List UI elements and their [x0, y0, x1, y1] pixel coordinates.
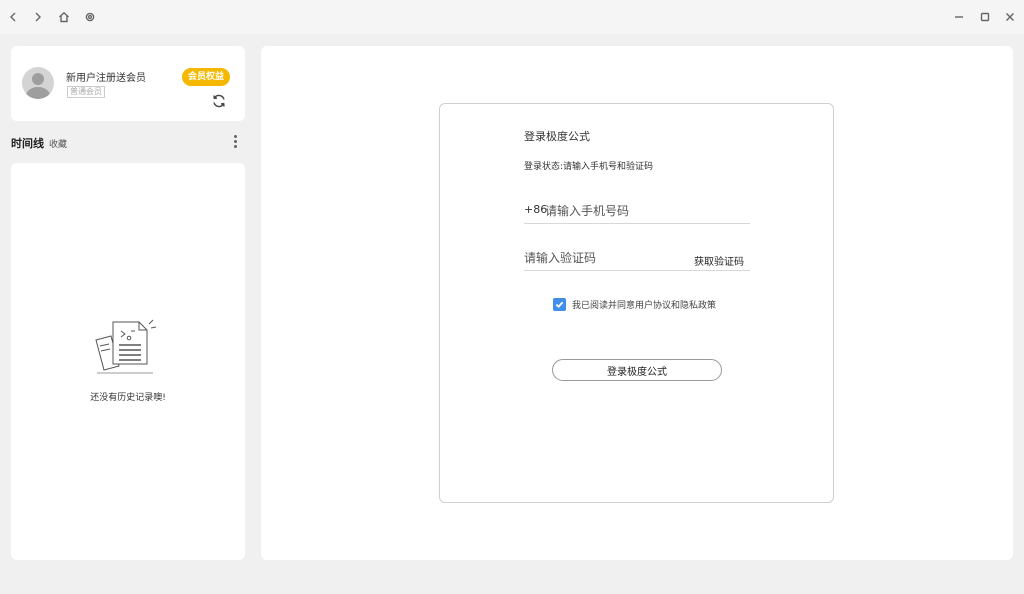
membership-label: 普通会员 — [67, 86, 105, 98]
favorites-tab[interactable]: 收藏 — [49, 137, 67, 150]
minimize-icon[interactable] — [951, 9, 967, 25]
close-icon[interactable] — [1002, 9, 1018, 25]
gear-icon[interactable] — [82, 9, 98, 25]
code-field: 获取验证码 — [524, 247, 750, 271]
more-options-icon[interactable] — [232, 133, 240, 149]
user-card: 新用户注册送会员 普通会员 会员权益 — [11, 46, 245, 121]
main-panel: 登录极度公式 登录状态:请输入手机号和验证码 +86 获取验证码 我已阅读并同意… — [261, 46, 1013, 560]
empty-history-text: 还没有历史记录噢! — [90, 393, 166, 403]
login-button[interactable]: 登录极度公式 — [552, 359, 722, 381]
get-code-button[interactable]: 获取验证码 — [694, 253, 744, 268]
history-panel: 还没有历史记录噢! — [11, 163, 245, 560]
login-title: 登录极度公式 — [524, 130, 590, 143]
verification-code-input[interactable] — [524, 247, 684, 269]
phone-field: +86 — [524, 200, 750, 224]
chevron-left-icon[interactable] — [5, 9, 21, 25]
refresh-icon[interactable] — [211, 93, 227, 109]
avatar[interactable] — [22, 67, 54, 99]
agreement-text[interactable]: 我已阅读并同意用户协议和隐私政策 — [572, 298, 716, 311]
checkmark-icon — [555, 301, 564, 308]
home-icon[interactable] — [56, 9, 72, 25]
maximize-icon[interactable] — [977, 9, 993, 25]
agreement-checkbox[interactable] — [553, 297, 566, 311]
login-status-text: 登录状态:请输入手机号和验证码 — [524, 162, 654, 172]
timeline-tab[interactable]: 时间线 — [11, 135, 44, 151]
country-code: +86 — [524, 203, 548, 216]
phone-input[interactable] — [545, 200, 750, 222]
user-name[interactable]: 新用户注册送会员 — [66, 69, 146, 84]
login-form: 登录极度公式 登录状态:请输入手机号和验证码 +86 获取验证码 我已阅读并同意… — [439, 103, 834, 503]
empty-document-illustration-icon — [91, 318, 161, 380]
chevron-right-icon[interactable] — [30, 9, 46, 25]
agreement-row: 我已阅读并同意用户协议和隐私政策 — [553, 297, 716, 311]
vip-benefits-button[interactable]: 会员权益 — [182, 68, 231, 86]
title-bar — [0, 0, 1024, 34]
